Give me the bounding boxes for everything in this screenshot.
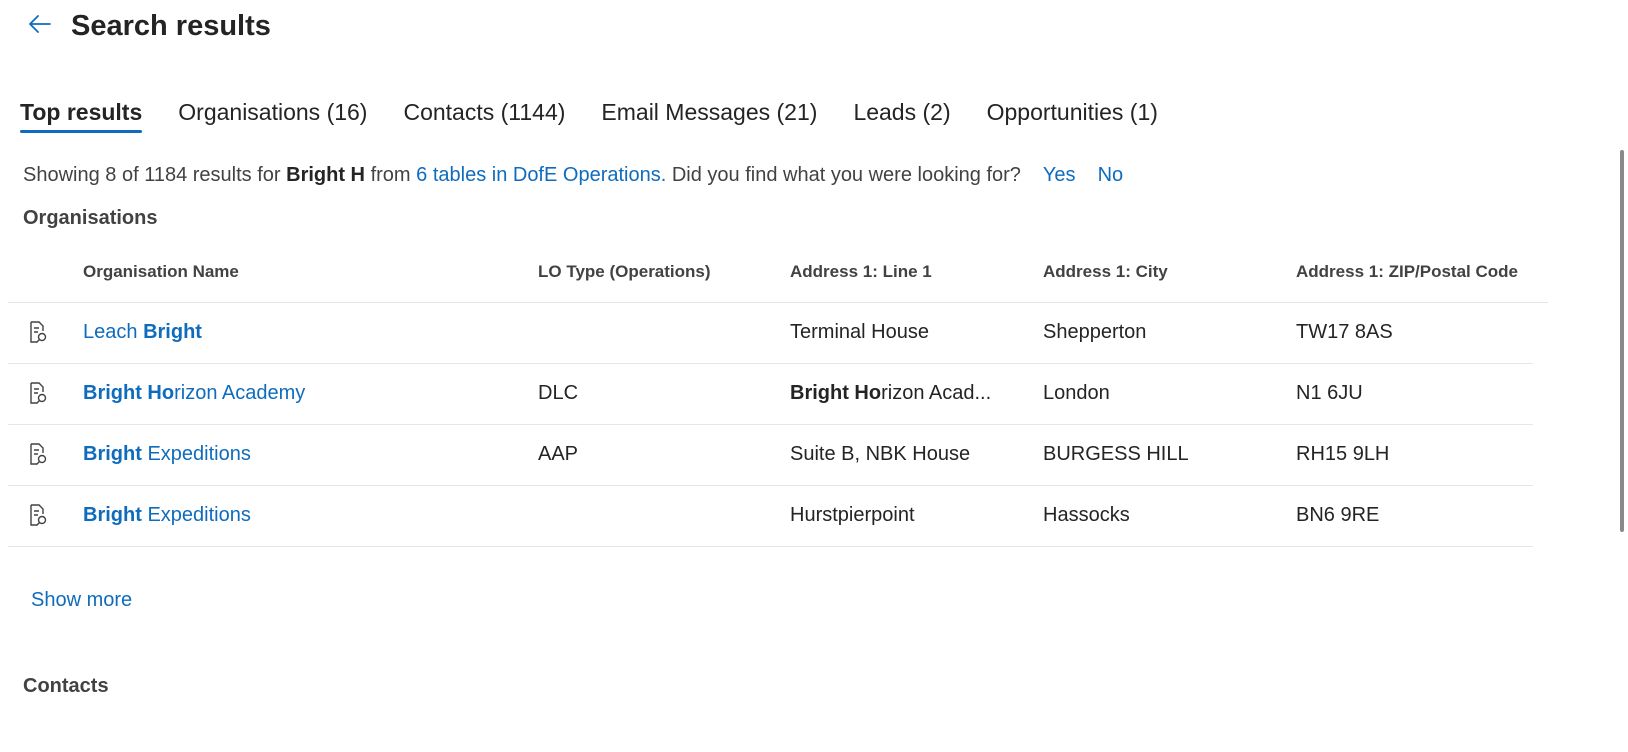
table-row[interactable]: Leach Bright Terminal House Shepperton T… [8,303,1533,364]
summary-prefix: Showing 8 of 1184 results for [23,164,287,186]
show-more-button[interactable]: Show more [31,586,132,614]
line1-text: rizon Acad... [881,382,992,404]
feedback-yes-link[interactable]: Yes [1043,164,1076,186]
organisation-name-link[interactable]: Leach Bright [83,321,513,344]
page-title: Search results [71,10,271,42]
tables-scope-link[interactable]: 6 tables in DofE Operations. [416,164,666,186]
organisations-table: Organisation Name LO Type (Operations) A… [8,248,1548,547]
summary-query: Bright H [286,164,366,186]
name-post: Expeditions [141,443,251,465]
address-city-cell: Hassocks [1043,504,1130,526]
contacts-section-title: Contacts [23,675,109,697]
organisation-name-link[interactable]: Bright Horizon Academy [83,382,513,405]
address-zip-cell: TW17 8AS [1296,321,1393,343]
column-header-address-line1[interactable]: Address 1: Line 1 [790,262,1000,282]
scrollbar-thumb[interactable] [1620,150,1624,532]
back-button[interactable] [24,8,56,40]
address-city-cell: BURGESS HILL [1043,443,1189,465]
name-post: Expeditions [141,504,251,526]
organisation-name-link[interactable]: Bright Expeditions [83,443,513,466]
column-header-address-city[interactable]: Address 1: City [1043,262,1273,282]
feedback-question: Did you find what you were looking for? [666,164,1021,186]
name-match: Bright Ho [83,382,175,404]
address-city-cell: London [1043,382,1110,404]
column-header-organisation-name[interactable]: Organisation Name [83,262,513,282]
record-search-icon [30,443,47,465]
arrow-left-icon [29,15,51,33]
record-search-icon [30,382,47,404]
tab-top-results[interactable]: Top results [20,96,143,133]
organisations-section-title: Organisations [23,207,158,229]
address-city-cell: Shepperton [1043,321,1147,343]
column-header-address-zip[interactable]: Address 1: ZIP/Postal Code [1296,262,1526,282]
line1-match: Bright Ho [790,382,882,404]
address-line1-cell: Hurstpierpoint [790,504,1000,527]
tab-contacts[interactable]: Contacts (1144) [403,96,565,128]
table-header: Organisation Name LO Type (Operations) A… [8,248,1548,303]
results-summary: Showing 8 of 1184 results for Bright H f… [23,161,1123,189]
address-zip-cell: BN6 9RE [1296,504,1380,526]
address-zip-cell: RH15 9LH [1296,443,1390,465]
column-header-lo-type[interactable]: LO Type (Operations) [538,262,768,282]
lo-type-cell: AAP [538,443,579,465]
table-row[interactable]: Bright Expeditions AAP Suite B, NBK Hous… [8,425,1533,486]
tab-leads[interactable]: Leads (2) [853,96,950,128]
name-match: Bright [83,443,142,465]
tab-list: Top results Organisations (16) Contacts … [20,96,1194,133]
vertical-scrollbar[interactable] [1616,150,1628,532]
feedback-no-link[interactable]: No [1098,164,1124,186]
tab-organisations[interactable]: Organisations (16) [178,96,367,128]
table-row[interactable]: Bright Horizon Academy DLC Bright Horizo… [8,364,1533,425]
record-search-icon [30,504,47,526]
search-results-page: Search results Top results Organisations… [0,0,1628,752]
address-line1-cell: Suite B, NBK House [790,443,1000,466]
address-line1-cell: Bright Horizon Acad... [790,382,1000,405]
name-post: rizon Academy [174,382,306,404]
organisation-name-link[interactable]: Bright Expeditions [83,504,513,527]
line1-text: Suite B, NBK House [790,443,971,465]
line1-text: Hurstpierpoint [790,504,915,526]
name-match: Bright [83,504,142,526]
address-line1-cell: Terminal House [790,321,1000,344]
name-pre: Leach [83,321,144,343]
name-match: Bright [143,321,202,343]
tab-email-messages[interactable]: Email Messages (21) [601,96,817,128]
lo-type-cell: DLC [538,382,579,404]
address-zip-cell: N1 6JU [1296,382,1363,404]
line1-text: Terminal House [790,321,929,343]
tab-opportunities[interactable]: Opportunities (1) [987,96,1158,128]
summary-middle: from [365,164,417,186]
table-row[interactable]: Bright Expeditions Hurstpierpoint Hassoc… [8,486,1533,547]
record-search-icon [30,321,47,343]
